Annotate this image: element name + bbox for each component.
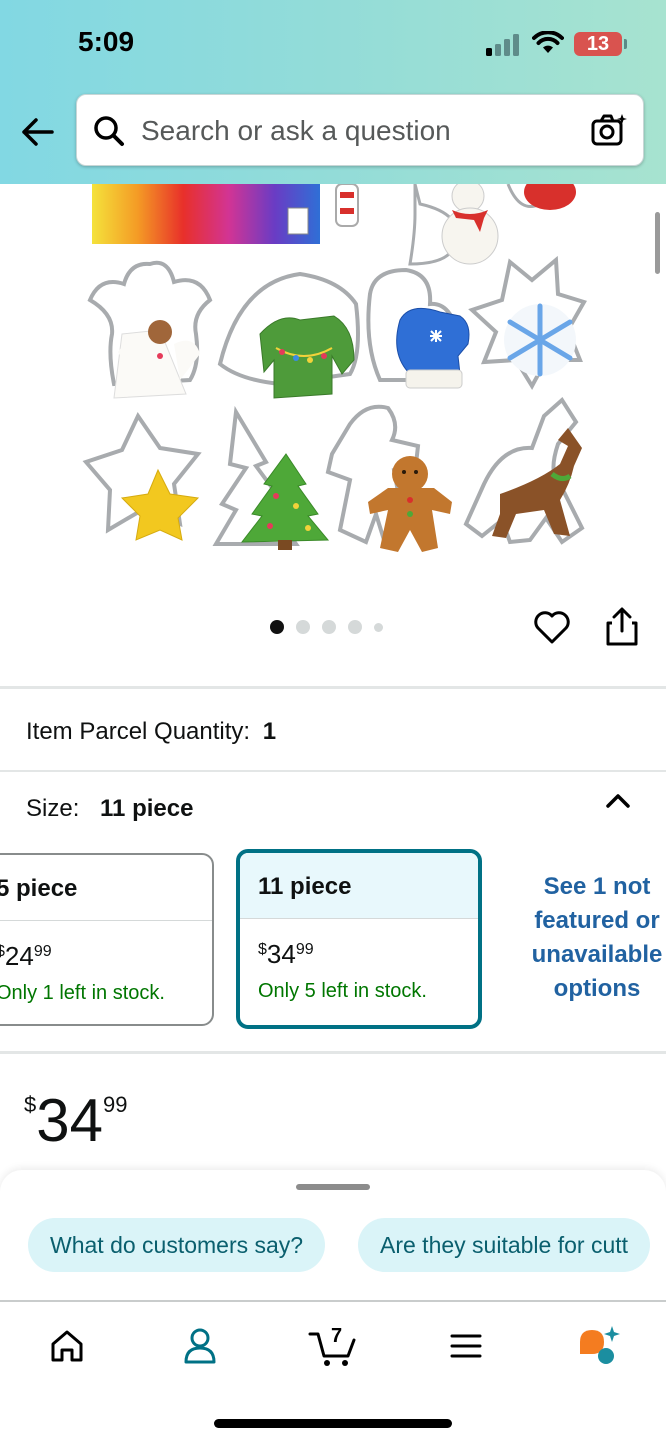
svg-text:7: 7 <box>331 1325 342 1347</box>
size-option-title: 11 piece <box>240 853 478 919</box>
size-option-stock: Only 5 left in stock. <box>258 980 427 1002</box>
price-currency: $ <box>24 1092 37 1117</box>
item-parcel-quantity: Item Parcel Quantity: 1 <box>26 718 276 746</box>
size-value: 11 piece <box>100 795 194 822</box>
home-icon[interactable] <box>45 1324 89 1368</box>
divider <box>0 1051 666 1054</box>
search-placeholder: Search or ask a question <box>141 115 451 146</box>
image-carousel-dots[interactable] <box>270 619 383 635</box>
rufus-suggestions-sheet: What do customers say? Are they suitable… <box>0 1170 666 1302</box>
share-icon[interactable] <box>604 607 640 647</box>
size-option-title: 5 piece <box>0 855 212 921</box>
divider <box>0 686 666 689</box>
account-icon[interactable] <box>178 1324 222 1368</box>
home-indicator <box>214 1419 452 1428</box>
bottom-navigation: 7 <box>0 1300 666 1440</box>
carousel-dot-1[interactable] <box>270 620 284 634</box>
cart-icon[interactable]: 7 <box>308 1324 358 1368</box>
size-option-11-piece[interactable]: 11 piece $3499 Only 5 left in stock. <box>236 849 482 1029</box>
price-fraction: 99 <box>103 1092 128 1117</box>
divider <box>0 770 666 772</box>
carousel-dot-3[interactable] <box>322 620 336 634</box>
parcel-label: Item Parcel Quantity: <box>26 718 251 745</box>
size-selector-header[interactable]: Size: 11 piece <box>26 795 193 823</box>
size-option-price: $3499 <box>258 939 314 969</box>
menu-icon[interactable] <box>444 1324 488 1368</box>
product-image[interactable] <box>70 184 590 564</box>
carousel-dot-4[interactable] <box>348 620 362 634</box>
status-time: 5:09 <box>78 26 135 57</box>
rufus-ai-icon[interactable] <box>576 1324 620 1368</box>
carousel-dot-2[interactable] <box>296 620 310 634</box>
price-whole: 34 <box>36 1087 103 1154</box>
product-price: $3499 <box>24 1086 127 1155</box>
size-label: Size: <box>26 795 80 822</box>
size-option-price: $2499 <box>0 941 52 971</box>
unavailable-options-link[interactable]: See 1 not featured or unavailable option… <box>522 870 666 1006</box>
suggestion-chip[interactable]: Are they suitable for cutt <box>358 1218 651 1272</box>
search-icon <box>94 116 124 146</box>
page-scroll-indicator <box>655 212 660 274</box>
suggestion-chip[interactable]: What do customers say? <box>28 1218 326 1272</box>
wifi-icon <box>532 31 564 53</box>
parcel-value: 1 <box>262 718 277 745</box>
chevron-up-icon[interactable] <box>604 790 632 812</box>
heart-icon[interactable] <box>533 608 571 646</box>
cellular-signal-icon <box>486 34 519 56</box>
size-option-stock: Only 1 left in stock. <box>0 982 165 1004</box>
battery-indicator: 13 <box>574 32 627 56</box>
size-option-5-piece[interactable]: 5 piece $2499 Only 1 left in stock. <box>0 853 214 1026</box>
app-header: 5:09 13 Search or ask a question <box>0 0 666 184</box>
search-input[interactable]: Search or ask a question <box>76 94 644 166</box>
carousel-dot-5[interactable] <box>374 622 383 632</box>
sheet-drag-handle[interactable] <box>296 1184 370 1190</box>
camera-search-icon[interactable] <box>591 113 627 147</box>
back-arrow-icon[interactable] <box>18 112 58 152</box>
